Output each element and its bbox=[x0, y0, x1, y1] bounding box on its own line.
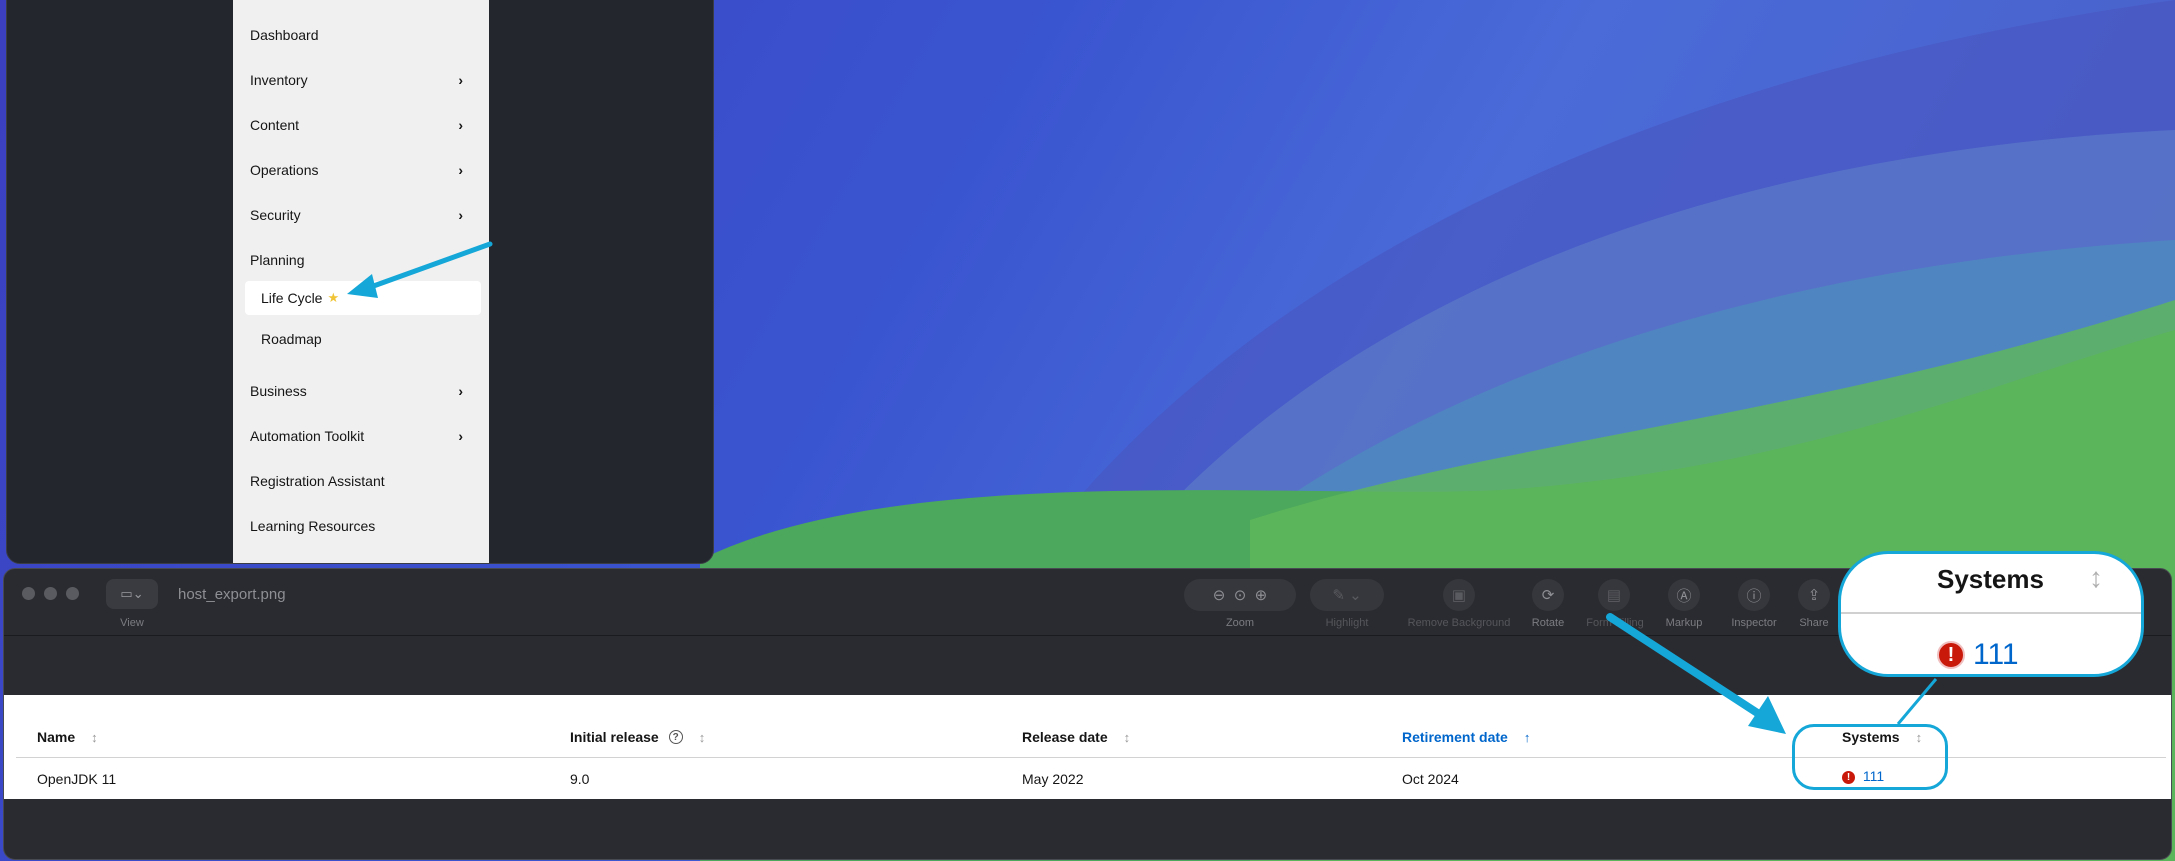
nav-subitem-life-cycle[interactable]: Life Cycle ★ bbox=[245, 281, 481, 315]
column-header-label: Retirement date bbox=[1402, 729, 1508, 745]
chevron-right-icon: › bbox=[458, 207, 463, 223]
sort-icon[interactable]: ↕ bbox=[699, 730, 706, 745]
nav-item-dashboard[interactable]: Dashboard bbox=[233, 19, 489, 51]
cell-retirement-date: Oct 2024 bbox=[1402, 771, 1459, 787]
nav-item-registration-assistant[interactable]: Registration Assistant bbox=[233, 465, 489, 497]
nav-item-business[interactable]: Business › bbox=[233, 375, 489, 407]
form-filling-label: Form Filling bbox=[1586, 617, 1644, 629]
column-header-label: Release date bbox=[1022, 729, 1108, 745]
form-filling-icon: ▤ bbox=[1606, 587, 1622, 604]
remove-background-label: Remove Background bbox=[1407, 617, 1511, 629]
nav-item-label: Inventory bbox=[250, 72, 308, 88]
column-header-initial-release[interactable]: Initial release ? ↕ bbox=[570, 729, 705, 745]
remove-background-icon: ▣ bbox=[1451, 587, 1467, 604]
share-label: Share bbox=[1799, 617, 1829, 629]
zoom-callout: Systems ↕ ! 111 bbox=[1838, 551, 2144, 677]
maximize-window-button[interactable] bbox=[66, 587, 79, 600]
view-button[interactable]: ▭⌄ bbox=[106, 579, 158, 609]
highlight-ring bbox=[1792, 724, 1948, 790]
zoom-in-icon[interactable]: ⊕ bbox=[1255, 586, 1268, 604]
window-title: host_export.png bbox=[178, 586, 286, 603]
nav-item-planning[interactable]: Planning bbox=[233, 244, 489, 276]
rotate-icon: ⟳ bbox=[1541, 587, 1555, 604]
chevron-right-icon: › bbox=[458, 162, 463, 178]
nav-item-automation-toolkit[interactable]: Automation Toolkit › bbox=[233, 420, 489, 452]
column-header-label: Name bbox=[37, 729, 76, 745]
inspector-button[interactable]: ⓘ bbox=[1738, 579, 1770, 611]
markup-label: Markup bbox=[1665, 617, 1703, 629]
callout-title: Systems bbox=[1937, 564, 2044, 594]
cell-name: OpenJDK 11 bbox=[37, 771, 117, 787]
cell-initial-release: 9.0 bbox=[570, 771, 590, 787]
info-icon: ⓘ bbox=[1746, 587, 1762, 605]
markup-button[interactable]: Ⓐ bbox=[1668, 579, 1700, 611]
column-header-label: Initial release bbox=[570, 729, 659, 745]
chevron-right-icon: › bbox=[458, 117, 463, 133]
nav-item-label: Operations bbox=[250, 162, 319, 178]
sort-icon[interactable]: ↕ bbox=[1124, 730, 1131, 745]
zoom-out-icon[interactable]: ⊖ bbox=[1213, 586, 1226, 604]
nav-subitem-roadmap[interactable]: Roadmap bbox=[245, 322, 481, 356]
rotate-label: Rotate bbox=[1531, 617, 1565, 629]
help-icon[interactable]: ? bbox=[668, 730, 683, 744]
chevron-right-icon: › bbox=[458, 428, 463, 444]
nav-subitem-label: Roadmap bbox=[261, 331, 322, 347]
inspector-label: Inspector bbox=[1731, 617, 1777, 629]
nav-item-label: Security bbox=[250, 207, 301, 223]
sort-ascending-icon[interactable]: ↑ bbox=[1524, 730, 1531, 745]
form-filling-button[interactable]: ▤ bbox=[1598, 579, 1630, 611]
nav-item-label: Business bbox=[250, 383, 307, 399]
remove-background-button[interactable]: ▣ bbox=[1443, 579, 1475, 611]
nav-item-content[interactable]: Content › bbox=[233, 109, 489, 141]
sidebar-nav: Dashboard Inventory › Content › Operatio… bbox=[233, 0, 489, 563]
highlight-label: Highlight bbox=[1325, 617, 1369, 629]
callout-value: ! 111 bbox=[1937, 638, 2019, 672]
nav-item-label: Automation Toolkit bbox=[250, 428, 365, 444]
share-icon: ⇪ bbox=[1807, 587, 1821, 604]
highlight-button[interactable]: ✎ ⌄ bbox=[1310, 579, 1384, 611]
sort-icon: ↕ bbox=[2089, 562, 2103, 593]
chevron-right-icon: › bbox=[458, 383, 463, 399]
star-icon[interactable]: ★ bbox=[327, 290, 339, 306]
zoom-label: Zoom bbox=[1225, 617, 1255, 629]
callout-divider bbox=[1841, 612, 2141, 614]
pencil-icon: ✎ ⌄ bbox=[1332, 587, 1362, 604]
nav-item-label: Content bbox=[250, 117, 300, 133]
view-label: View bbox=[120, 617, 144, 629]
zoom-fit-icon[interactable]: ⊙ bbox=[1234, 586, 1247, 604]
nav-subitem-label: Life Cycle bbox=[261, 290, 323, 306]
nav-item-label: Learning Resources bbox=[250, 518, 376, 534]
rotate-button[interactable]: ⟳ bbox=[1532, 579, 1564, 611]
minimize-window-button[interactable] bbox=[44, 587, 57, 600]
markup-icon: Ⓐ bbox=[1676, 587, 1692, 605]
column-header-name[interactable]: Name ↕ bbox=[37, 729, 98, 745]
close-window-button[interactable] bbox=[22, 587, 35, 600]
error-icon: ! bbox=[1937, 641, 1965, 669]
zoom-controls[interactable]: ⊖ ⊙ ⊕ bbox=[1184, 579, 1296, 611]
cell-release-date: May 2022 bbox=[1022, 771, 1084, 787]
nav-item-operations[interactable]: Operations › bbox=[233, 154, 489, 186]
nav-item-label: Registration Assistant bbox=[250, 473, 385, 489]
column-header-retirement-date[interactable]: Retirement date ↑ bbox=[1402, 729, 1530, 745]
share-button[interactable]: ⇪ bbox=[1798, 579, 1830, 611]
nav-item-learning-resources[interactable]: Learning Resources bbox=[233, 510, 489, 542]
nav-item-label: Dashboard bbox=[250, 27, 319, 43]
nav-item-security[interactable]: Security › bbox=[233, 199, 489, 231]
sort-icon[interactable]: ↕ bbox=[91, 730, 98, 745]
nav-item-label: Planning bbox=[250, 252, 305, 268]
navigation-window: Dashboard Inventory › Content › Operatio… bbox=[6, 0, 714, 564]
nav-item-inventory[interactable]: Inventory › bbox=[233, 64, 489, 96]
callout-count: 111 bbox=[1973, 638, 2019, 671]
chevron-right-icon: › bbox=[458, 72, 463, 88]
sidebar-toggle-icon: ▭⌄ bbox=[120, 586, 144, 601]
column-header-release-date[interactable]: Release date ↕ bbox=[1022, 729, 1130, 745]
